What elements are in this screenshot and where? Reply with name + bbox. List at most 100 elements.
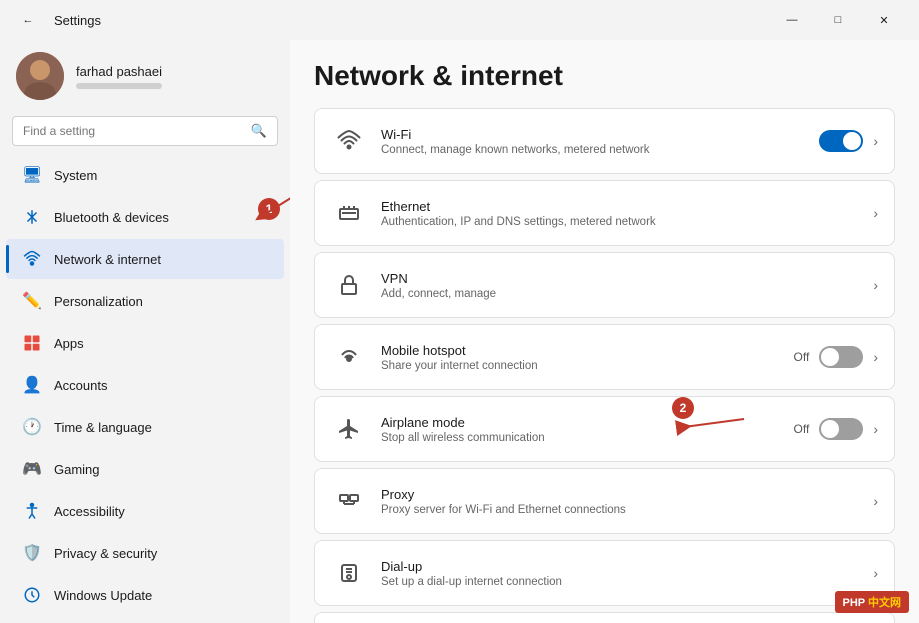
proxy-right: › xyxy=(873,493,878,509)
airplane-right: Off › xyxy=(794,418,878,440)
hotspot-toggle-label: Off xyxy=(794,350,810,364)
time-icon: 🕐 xyxy=(22,417,42,437)
nav-wrapper-personalization: ✏️ Personalization xyxy=(0,280,290,322)
airplane-icon xyxy=(331,411,367,447)
setting-item-dialup[interactable]: Dial-up Set up a dial-up internet connec… xyxy=(314,540,895,606)
sidebar-item-bluetooth[interactable]: Bluetooth & devices xyxy=(6,197,284,237)
dialup-title: Dial-up xyxy=(381,559,873,574)
settings-window: ← Settings — □ ✕ xyxy=(0,0,919,623)
proxy-text: Proxy Proxy server for Wi-Fi and Etherne… xyxy=(381,487,873,516)
apps-icon xyxy=(22,333,42,353)
wifi-chevron: › xyxy=(873,133,878,149)
hotspot-right: Off › xyxy=(794,346,878,368)
dialup-icon xyxy=(331,555,367,591)
nav-wrapper-system: 🖥 System xyxy=(0,154,290,196)
hotspot-icon xyxy=(331,339,367,375)
nav-wrapper-accounts: 👤 Accounts xyxy=(0,364,290,406)
sidebar-item-network[interactable]: Network & internet xyxy=(6,239,284,279)
sidebar-item-accounts[interactable]: 👤 Accounts xyxy=(6,365,284,405)
sidebar-item-accessibility[interactable]: Accessibility xyxy=(6,491,284,531)
network-icon xyxy=(22,249,42,269)
badge-bluetooth: 1 xyxy=(258,198,280,220)
minimize-button[interactable]: — xyxy=(769,4,815,36)
airplane-title: Airplane mode xyxy=(381,415,794,430)
airplane-text: Airplane mode Stop all wireless communic… xyxy=(381,415,794,444)
sidebar-item-label-privacy: Privacy & security xyxy=(54,546,157,561)
hotspot-chevron: › xyxy=(873,349,878,365)
close-button[interactable]: ✕ xyxy=(861,4,907,36)
proxy-title: Proxy xyxy=(381,487,873,502)
setting-item-proxy[interactable]: Proxy Proxy server for Wi-Fi and Etherne… xyxy=(314,468,895,534)
nav-wrapper-accessibility: Accessibility xyxy=(0,490,290,532)
personalization-icon: ✏️ xyxy=(22,291,42,311)
wifi-text: Wi-Fi Connect, manage known networks, me… xyxy=(381,127,819,156)
sidebar-item-windows-update[interactable]: Windows Update xyxy=(6,575,284,615)
hotspot-toggle[interactable] xyxy=(819,346,863,368)
search-box[interactable]: 🔍 xyxy=(12,116,278,146)
maximize-button[interactable]: □ xyxy=(815,4,861,36)
sidebar-item-label-apps: Apps xyxy=(54,336,84,351)
wifi-toggle[interactable] xyxy=(819,130,863,152)
setting-item-ethernet[interactable]: Ethernet Authentication, IP and DNS sett… xyxy=(314,180,895,246)
airplane-toggle-label: Off xyxy=(794,422,810,436)
avatar-image xyxy=(16,52,64,100)
user-name: farhad pashaei xyxy=(76,64,162,79)
user-section[interactable]: farhad pashaei xyxy=(0,40,290,112)
vpn-desc: Add, connect, manage xyxy=(381,288,873,300)
user-info: farhad pashaei xyxy=(76,64,162,89)
watermark: PHP 中文网 xyxy=(835,591,909,613)
setting-item-advanced[interactable]: Advanced network settings View all netwo… xyxy=(314,612,895,623)
sidebar-item-label-network: Network & internet xyxy=(54,252,161,267)
sidebar-item-time[interactable]: 🕐 Time & language xyxy=(6,407,284,447)
airplane-toggle[interactable] xyxy=(819,418,863,440)
hotspot-text: Mobile hotspot Share your internet conne… xyxy=(381,343,794,372)
wifi-desc: Connect, manage known networks, metered … xyxy=(381,144,819,156)
sidebar-item-label-bluetooth: Bluetooth & devices xyxy=(54,210,169,225)
back-button[interactable]: ← xyxy=(12,4,44,36)
vpn-text: VPN Add, connect, manage xyxy=(381,271,873,300)
hotspot-desc: Share your internet connection xyxy=(381,360,794,372)
sidebar-item-label-gaming: Gaming xyxy=(54,462,100,477)
nav-wrapper-privacy: 🛡️ Privacy & security xyxy=(0,532,290,574)
setting-item-vpn[interactable]: VPN Add, connect, manage › xyxy=(314,252,895,318)
hotspot-title: Mobile hotspot xyxy=(381,343,794,358)
vpn-right: › xyxy=(873,277,878,293)
ethernet-right: › xyxy=(873,205,878,221)
search-input[interactable] xyxy=(23,124,243,138)
setting-item-wifi[interactable]: Wi-Fi Connect, manage known networks, me… xyxy=(314,108,895,174)
nav-wrapper-windows-update: Windows Update xyxy=(0,574,290,616)
sidebar-item-gaming[interactable]: 🎮 Gaming xyxy=(6,449,284,489)
setting-item-airplane[interactable]: Airplane mode Stop all wireless communic… xyxy=(314,396,895,462)
sidebar-item-label-time: Time & language xyxy=(54,420,152,435)
accounts-icon: 👤 xyxy=(22,375,42,395)
gaming-icon: 🎮 xyxy=(22,459,42,479)
nav-wrapper-network: Network & internet xyxy=(0,238,290,280)
dialup-chevron: › xyxy=(873,565,878,581)
airplane-chevron: › xyxy=(873,421,878,437)
ethernet-desc: Authentication, IP and DNS settings, met… xyxy=(381,216,873,228)
search-icon: 🔍 xyxy=(251,123,267,139)
bluetooth-icon xyxy=(22,207,42,227)
sidebar-item-label-windows-update: Windows Update xyxy=(54,588,152,603)
sidebar-item-label-accessibility: Accessibility xyxy=(54,504,125,519)
sidebar-item-privacy[interactable]: 🛡️ Privacy & security xyxy=(6,533,284,573)
system-icon: 🖥 xyxy=(22,165,42,185)
avatar xyxy=(16,52,64,100)
sidebar-item-system[interactable]: 🖥 System xyxy=(6,155,284,195)
privacy-icon: 🛡️ xyxy=(22,543,42,563)
titlebar-title: Settings xyxy=(54,13,101,28)
ethernet-chevron: › xyxy=(873,205,878,221)
vpn-chevron: › xyxy=(873,277,878,293)
vpn-icon xyxy=(331,267,367,303)
nav-wrapper-gaming: 🎮 Gaming xyxy=(0,448,290,490)
setting-item-hotspot[interactable]: Mobile hotspot Share your internet conne… xyxy=(314,324,895,390)
wifi-right: › xyxy=(819,130,878,152)
proxy-desc: Proxy server for Wi-Fi and Ethernet conn… xyxy=(381,504,873,516)
nav-wrapper-bluetooth: Bluetooth & devices 1 xyxy=(0,196,290,238)
titlebar-controls: — □ ✕ xyxy=(769,4,907,36)
sidebar-item-apps[interactable]: Apps xyxy=(6,323,284,363)
sidebar-item-personalization[interactable]: ✏️ Personalization xyxy=(6,281,284,321)
main-content: Network & internet Wi-Fi Conne xyxy=(290,40,919,623)
annotation-badge-2: 2 xyxy=(672,397,694,419)
dialup-right: › xyxy=(873,565,878,581)
